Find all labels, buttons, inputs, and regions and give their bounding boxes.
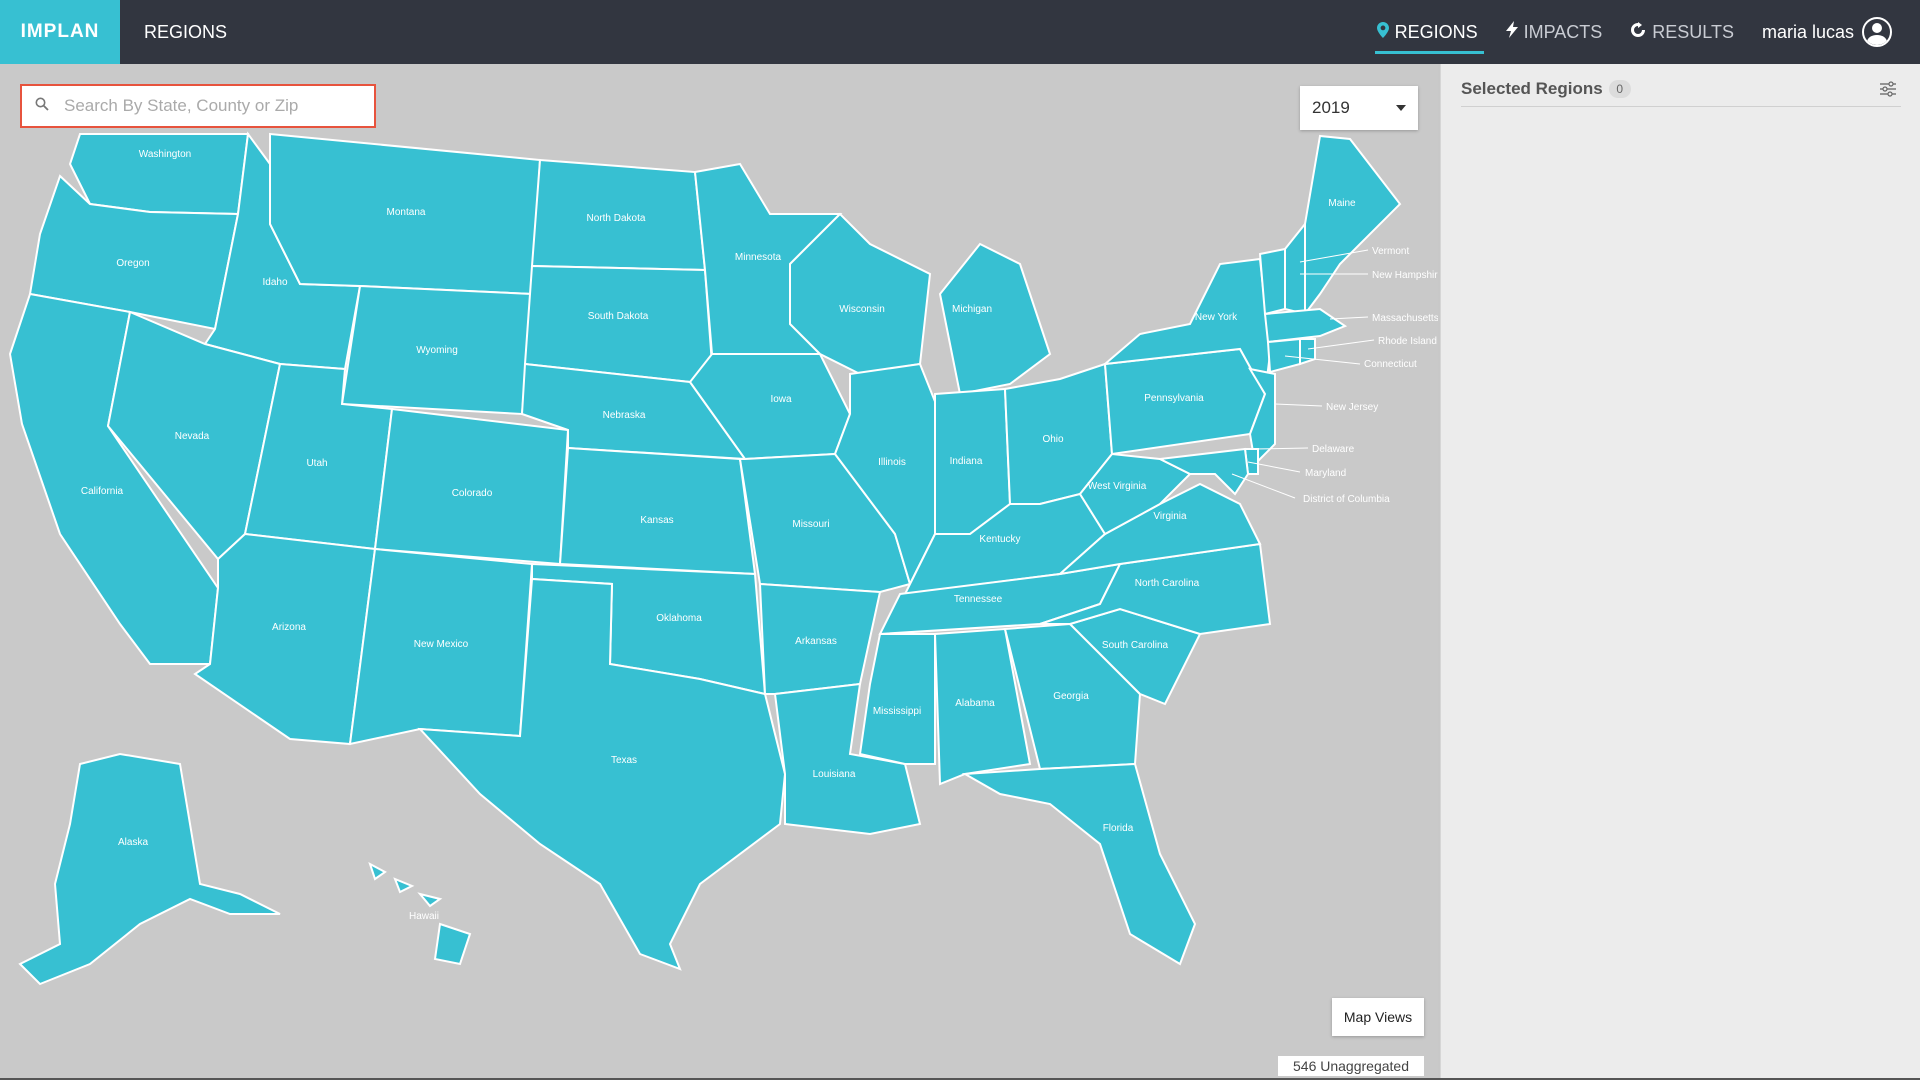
- state-maine[interactable]: [1304, 134, 1402, 317]
- label-florida: Florida: [1103, 823, 1134, 834]
- tab-impacts-label: IMPACTS: [1523, 21, 1603, 42]
- top-bar: IMPLAN REGIONS REGIONS IMPACTS RESULTS m…: [0, 0, 1920, 64]
- us-states-map[interactable]: Washington Oregon California Idaho Nevad…: [0, 64, 1438, 1078]
- refresh-icon: [1630, 21, 1646, 43]
- label-newmexico: New Mexico: [414, 639, 469, 650]
- label-utah: Utah: [306, 458, 327, 469]
- tab-impacts[interactable]: IMPACTS: [1505, 0, 1603, 64]
- state-mississippi[interactable]: [858, 633, 936, 765]
- label-wyoming: Wyoming: [416, 345, 458, 356]
- main-nav: REGIONS IMPACTS RESULTS maria lucas: [1374, 0, 1892, 64]
- search-box[interactable]: [20, 84, 376, 128]
- selected-count-badge: 0: [1608, 80, 1631, 98]
- state-southdakota[interactable]: [523, 264, 714, 384]
- state-colorado[interactable]: [373, 407, 570, 566]
- label-iowa: Iowa: [770, 394, 792, 405]
- label-oklahoma: Oklahoma: [656, 613, 702, 624]
- tab-results-label: RESULTS: [1652, 21, 1734, 42]
- label-newyork: New York: [1195, 312, 1238, 323]
- user-avatar-icon: [1862, 17, 1892, 47]
- unaggregated-count: 546 Unaggregated: [1278, 1056, 1424, 1076]
- lightning-icon: [1505, 21, 1518, 43]
- label-virginia: Virginia: [1153, 511, 1187, 522]
- state-alaska[interactable]: [18, 752, 281, 986]
- label-michigan: Michigan: [952, 304, 992, 315]
- state-washington[interactable]: [68, 133, 250, 216]
- state-massachusetts[interactable]: [1263, 307, 1348, 344]
- state-connecticut[interactable]: [1266, 337, 1301, 374]
- label-alaska: Alaska: [118, 837, 148, 848]
- label-northdakota: North Dakota: [587, 213, 646, 224]
- label-louisiana: Louisiana: [813, 769, 856, 780]
- label-nebraska: Nebraska: [603, 410, 646, 421]
- state-arizona[interactable]: [193, 532, 377, 746]
- chevron-down-icon: [1396, 105, 1406, 111]
- label-colorado: Colorado: [452, 488, 493, 499]
- search-input[interactable]: [62, 95, 366, 117]
- label-georgia: Georgia: [1053, 691, 1089, 702]
- filter-settings-icon[interactable]: [1879, 81, 1897, 97]
- user-name: maria lucas: [1761, 21, 1854, 42]
- label-westvirginia: West Virginia: [1088, 481, 1147, 492]
- label-pennsylvania: Pennsylvania: [1144, 393, 1204, 404]
- label-idaho: Idaho: [262, 277, 287, 288]
- label-mississippi: Mississippi: [873, 706, 921, 717]
- label-delaware: Delaware: [1312, 444, 1355, 455]
- state-michigan[interactable]: [938, 242, 1052, 396]
- label-hawaii: Hawaii: [409, 911, 439, 922]
- label-wisconsin: Wisconsin: [839, 304, 885, 315]
- state-florida[interactable]: [961, 762, 1197, 966]
- label-northcarolina: North Carolina: [1135, 578, 1200, 589]
- selected-regions-panel: Selected Regions 0: [1440, 64, 1920, 1078]
- label-newhampshire: New Hampshire: [1372, 270, 1438, 281]
- year-select-value: 2019: [1312, 98, 1350, 117]
- label-newjersey: New Jersey: [1326, 402, 1378, 413]
- label-california: California: [81, 486, 124, 497]
- label-southdakota: South Dakota: [588, 311, 649, 322]
- year-select[interactable]: 2019: [1300, 86, 1418, 130]
- page-title: REGIONS: [144, 22, 228, 42]
- label-texas: Texas: [611, 755, 637, 766]
- tab-regions[interactable]: REGIONS: [1374, 0, 1484, 64]
- panel-header: Selected Regions 0: [1461, 72, 1901, 107]
- label-kentucky: Kentucky: [979, 534, 1020, 545]
- state-vermont[interactable]: [1258, 247, 1286, 316]
- label-arkansas: Arkansas: [795, 636, 837, 647]
- label-arizona: Arizona: [272, 622, 306, 633]
- label-dc: District of Columbia: [1303, 494, 1390, 505]
- tab-results[interactable]: RESULTS: [1630, 0, 1734, 64]
- label-oregon: Oregon: [116, 258, 149, 269]
- user-menu[interactable]: maria lucas: [1762, 17, 1892, 47]
- label-rhodeisland: Rhode Island: [1378, 336, 1437, 347]
- label-tennessee: Tennessee: [954, 594, 1003, 605]
- state-newhampshire[interactable]: [1284, 221, 1306, 316]
- label-minnesota: Minnesota: [735, 252, 782, 263]
- map-area[interactable]: Washington Oregon California Idaho Nevad…: [0, 64, 1438, 1078]
- search-icon: [22, 97, 62, 116]
- label-vermont: Vermont: [1372, 246, 1409, 257]
- label-washington: Washington: [139, 149, 191, 160]
- label-kansas: Kansas: [640, 515, 673, 526]
- label-massachusetts: Massachusetts: [1372, 313, 1438, 324]
- map-views-button[interactable]: Map Views: [1332, 998, 1424, 1036]
- label-alabama: Alabama: [955, 698, 995, 709]
- label-southcarolina: South Carolina: [1102, 640, 1169, 651]
- label-indiana: Indiana: [950, 456, 983, 467]
- state-rhodeisland[interactable]: [1299, 338, 1316, 366]
- implan-logo[interactable]: IMPLAN: [0, 0, 120, 64]
- label-maryland: Maryland: [1305, 468, 1346, 479]
- label-illinois: Illinois: [878, 457, 906, 468]
- map-pin-icon: [1376, 21, 1389, 43]
- label-nevada: Nevada: [175, 431, 210, 442]
- panel-title: Selected Regions: [1461, 79, 1603, 98]
- tab-regions-label: REGIONS: [1394, 21, 1478, 42]
- label-montana: Montana: [387, 207, 426, 218]
- label-missouri: Missouri: [792, 519, 829, 530]
- label-ohio: Ohio: [1042, 434, 1064, 445]
- label-maine: Maine: [1328, 198, 1356, 209]
- state-kansas[interactable]: [558, 446, 757, 576]
- label-connecticut: Connecticut: [1364, 359, 1417, 370]
